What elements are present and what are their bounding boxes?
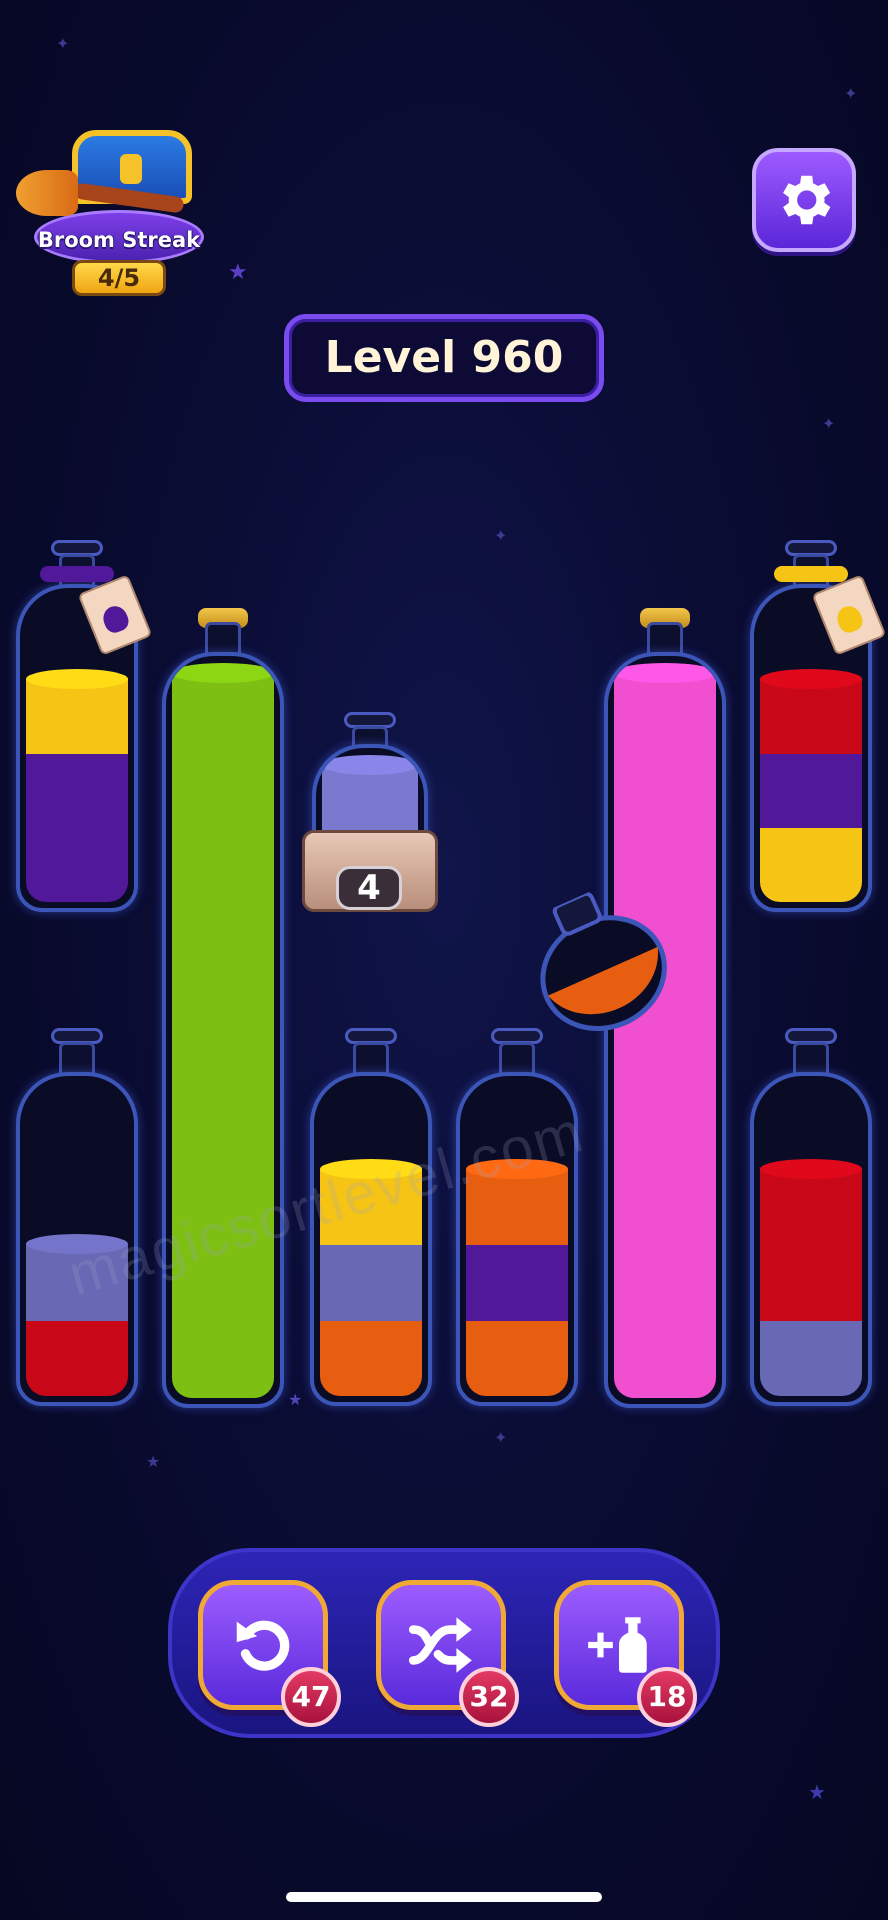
undo-arrow-icon: [236, 1620, 290, 1671]
liquid-layer-green: [172, 763, 274, 855]
streak-label: Broom Streak: [37, 228, 201, 252]
liquid-layer-pink: [614, 1125, 716, 1217]
bottle-rope: [40, 566, 114, 582]
bottle-bottom-1[interactable]: [16, 1028, 138, 1406]
liquid-layer-pink: [614, 1306, 716, 1398]
liquid-layer-purple: [760, 753, 862, 828]
liquid-layer-pink: [614, 663, 716, 765]
streak-count: 4/5: [72, 260, 166, 296]
liquid-layer-purple: [466, 1244, 568, 1321]
bottle-tall-green[interactable]: [162, 608, 284, 1408]
liquid-layer-red: [760, 1158, 862, 1245]
undo-count-badge: 47: [281, 1667, 341, 1727]
add-bottle-count-badge: 18: [637, 1667, 697, 1727]
star-decoration: ★: [146, 1452, 161, 1471]
liquid-layer-red: [760, 1244, 862, 1321]
shuffle-count-badge: 32: [459, 1667, 519, 1727]
bottle-glass: [750, 1072, 872, 1406]
star-decoration: ✦: [494, 526, 508, 545]
add-bottle-button[interactable]: 18: [554, 1580, 697, 1727]
liquid-layer-green: [172, 663, 274, 765]
power-up-toolbar: 47 32 18: [168, 1548, 720, 1738]
level-indicator: Level 960: [284, 314, 604, 402]
undo-button[interactable]: 47: [198, 1580, 341, 1727]
liquid-layer-pink: [614, 1035, 716, 1127]
broom-streak-widget[interactable]: Broom Streak 4/5: [14, 118, 204, 303]
bottle-glass: [162, 652, 284, 1408]
star-decoration: ✦: [822, 414, 836, 433]
chest-lock-icon: [120, 154, 142, 184]
star-decoration: ★: [288, 1390, 303, 1409]
star-decoration: ★: [228, 260, 248, 285]
shuffle-arrows-icon: [408, 1617, 472, 1673]
liquid-layer-green: [172, 1035, 274, 1127]
liquid-layer-pink: [614, 1216, 716, 1308]
liquid-layer-yellow: [760, 827, 862, 902]
liquid-layer-lavender: [760, 1319, 862, 1396]
liquid-layer-purple: [26, 753, 128, 828]
liquid-layer-purple: [26, 827, 128, 902]
settings-button[interactable]: [752, 148, 856, 252]
plus-bottle-icon: [588, 1617, 647, 1673]
bottle-bottom-4[interactable]: [456, 1028, 578, 1406]
liquid-layer-pink: [614, 763, 716, 855]
liquid-layer-green: [172, 854, 274, 946]
liquid-layer-yellow: [26, 669, 128, 754]
star-decoration: ✦: [844, 84, 858, 103]
liquid-layer-red: [760, 669, 862, 754]
broom-icon: [16, 170, 78, 216]
star-decoration: ★: [808, 1780, 826, 1804]
liquid-layer-green: [172, 1306, 274, 1398]
liquid-layer-red: [26, 1319, 128, 1396]
home-indicator: [286, 1892, 602, 1902]
locked-bottle-counter: 4: [336, 866, 402, 910]
shuffle-button[interactable]: 32: [376, 1580, 519, 1727]
bottle-top-left[interactable]: [16, 540, 153, 912]
liquid-layer-orange: [466, 1319, 568, 1396]
liquid-layer-orange: [320, 1319, 422, 1396]
liquid-layer-lavender: [320, 1244, 422, 1321]
bottle-rope: [774, 566, 848, 582]
bottle-bottom-6[interactable]: [750, 1028, 872, 1406]
star-decoration: ✦: [494, 1428, 508, 1447]
liquid-layer-green: [172, 944, 274, 1036]
gear-icon: [783, 175, 831, 225]
bottle-glass: [310, 1072, 432, 1406]
star-decoration: ✦: [56, 34, 70, 53]
bottle-top-right[interactable]: [750, 540, 887, 912]
